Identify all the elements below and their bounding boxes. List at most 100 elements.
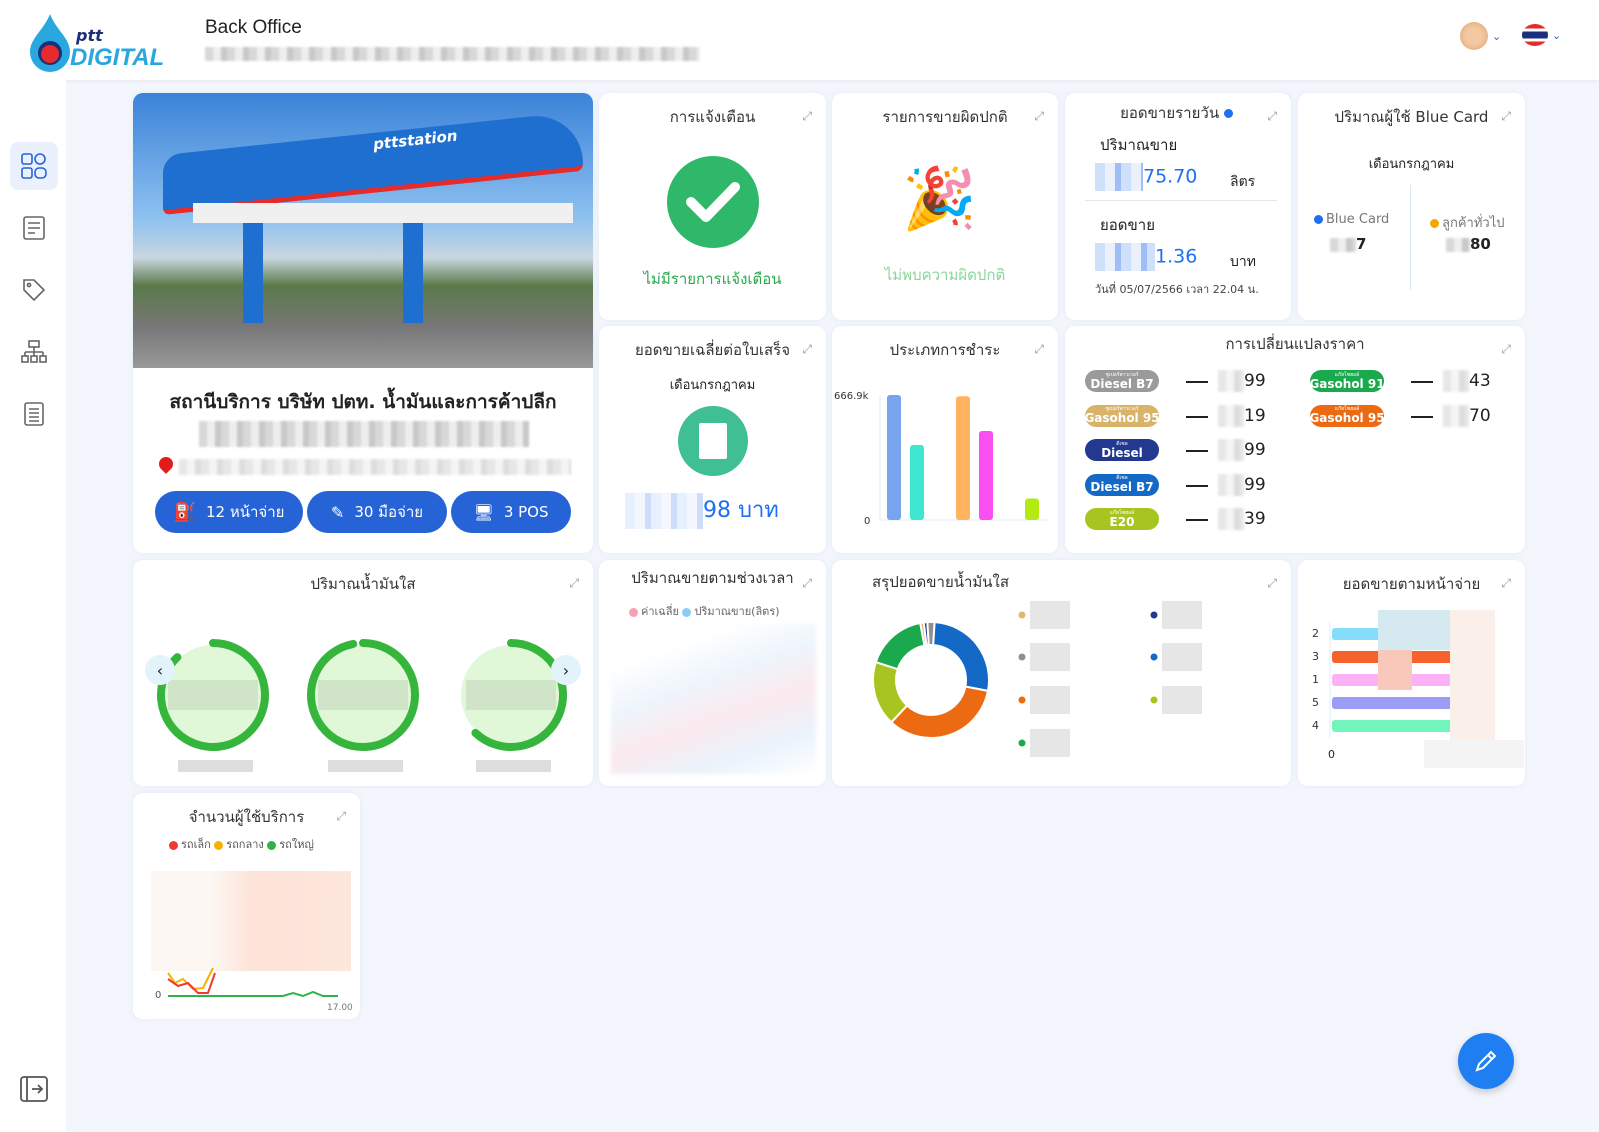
sidebar xyxy=(0,80,66,1132)
dash xyxy=(1186,450,1208,452)
dash xyxy=(1411,415,1433,418)
thai-flag-icon xyxy=(1522,24,1548,46)
legend-value-blurred xyxy=(1030,601,1070,629)
edit-fab-button[interactable] xyxy=(1458,1033,1514,1089)
axis-zero: 0 xyxy=(155,990,162,1001)
fuel-badge: แก๊สโซฮอล์ Gasohol 95 xyxy=(1309,404,1385,427)
avg-value: 98 บาท xyxy=(625,492,779,529)
fuel-badge-name: Diesel B7 xyxy=(1090,376,1154,391)
dash xyxy=(1186,415,1208,418)
price-value: 43 xyxy=(1443,370,1491,392)
price-value: 70 xyxy=(1443,404,1491,427)
ptt-digital-logo: ptt DIGITAL xyxy=(26,12,186,72)
alerts-card: การแจ้งเตือน ⤢ ไม่มีรายการแจ้งเตือน xyxy=(599,93,826,320)
legend-value-blurred xyxy=(1162,686,1202,714)
sitemap-icon xyxy=(21,340,47,363)
fuel-badge: แก๊สโซฮอล์ Gasohol 91 xyxy=(1309,370,1385,392)
app-subtitle xyxy=(205,47,700,61)
general-value: 80 xyxy=(1446,235,1491,253)
dash xyxy=(1186,484,1208,487)
gauge-label-blurred xyxy=(476,760,551,772)
bar xyxy=(979,430,993,520)
prev-button[interactable]: ‹ xyxy=(145,655,175,685)
fuel-badge-name: Diesel xyxy=(1101,445,1143,460)
chevron-right-icon: › xyxy=(562,660,570,680)
bar xyxy=(910,445,924,520)
chevron-down-icon: ⌄ xyxy=(1552,28,1562,42)
alerts-message: ไม่มีรายการแจ้งเตือน xyxy=(643,270,782,288)
legend-dot xyxy=(1150,653,1158,661)
list-check-icon xyxy=(23,216,45,240)
station-code xyxy=(199,421,529,447)
legend-value-blurred xyxy=(1030,643,1070,671)
legend-value-blurred xyxy=(1162,643,1202,671)
blur-overlay xyxy=(1378,650,1412,690)
logout-button[interactable] xyxy=(10,1065,58,1113)
fuel-badge-name: Gasohol 95 xyxy=(1309,411,1385,425)
pencil-icon xyxy=(1475,1050,1497,1072)
legend-dot xyxy=(1018,653,1026,661)
sales-unit: บาท xyxy=(1230,254,1256,270)
card-title: ยอดขายเฉลี่ยต่อใบเสร็จ xyxy=(634,341,791,359)
payment-bar-chart: 666.9k 0 xyxy=(834,391,1047,527)
donut-slice xyxy=(889,685,990,739)
gauge-label-blurred xyxy=(328,760,403,772)
blurred-line-chart xyxy=(611,624,816,774)
sidebar-item-structure[interactable] xyxy=(10,328,58,376)
expand-icon[interactable]: ⤢ xyxy=(1267,109,1277,124)
card-title: การแจ้งเตือน xyxy=(669,108,756,126)
avatar xyxy=(1460,22,1488,50)
pos-terminal-icon: 🖥 xyxy=(473,502,494,522)
sidebar-item-list[interactable] xyxy=(10,204,58,252)
expand-icon[interactable]: ⤢ xyxy=(1501,342,1511,357)
nozzles-button[interactable]: ✎ 30 มือจ่าย xyxy=(307,491,447,533)
fuel-badge: แก๊สโซฮอล์ E20 xyxy=(1085,508,1159,530)
month-label: เดือนกรกฎาคม xyxy=(669,378,756,393)
sidebar-item-tags[interactable] xyxy=(10,266,58,314)
app-title: Back Office xyxy=(205,17,302,38)
avg-receipt-card: ยอดขายเฉลี่ยต่อใบเสร็จ ⤢ เดือนกรกฎาคม 98… xyxy=(599,326,826,553)
legend-dot xyxy=(1150,611,1158,619)
user-avatar-menu[interactable]: ⌄ xyxy=(1460,22,1501,50)
card-title: ปริมาณผู้ใช้ Blue Card xyxy=(1334,108,1489,126)
expand-icon[interactable]: ⤢ xyxy=(1034,109,1044,124)
price-value: 99 xyxy=(1218,370,1266,392)
sales-by-time-card: ปริมาณขายตามช่วงเวลา ⤢ ค่าเฉลี่ย ปริมาณข… xyxy=(599,560,826,786)
pos-button[interactable]: 🖥 3 POS xyxy=(451,491,571,533)
bar xyxy=(1025,498,1039,520)
legend-value-blurred xyxy=(1030,686,1070,714)
tank-gauges xyxy=(157,639,567,772)
blur-overlay xyxy=(1378,610,1450,650)
dispensers-button[interactable]: ⛽ 12 หน้าจ่าย xyxy=(155,491,303,533)
language-menu[interactable]: ⌄ xyxy=(1522,24,1561,46)
sales-by-dispenser-card: ยอดขายตามหน้าจ่าย ⤢ 23154 0 xyxy=(1298,560,1525,786)
blue-card-card: ปริมาณผู้ใช้ Blue Card ⤢ เดือนกรกฎาคม Bl… xyxy=(1298,93,1525,320)
card-title: รายการขายผิดปกติ xyxy=(882,108,1008,126)
station-photo: pttstation xyxy=(133,93,593,368)
expand-icon[interactable]: ⤢ xyxy=(802,576,812,591)
legend-dot xyxy=(1018,611,1026,619)
expand-icon[interactable]: ⤢ xyxy=(802,109,812,124)
y-tick-label: 666.9k xyxy=(834,391,869,402)
fuel-badge-name: Gasohol 95 xyxy=(1084,411,1160,425)
station-card: pttstation สถานีบริการ บริษัท ปตท. น้ำมั… xyxy=(133,93,593,553)
status-dot xyxy=(1223,109,1233,118)
legend-value-blurred xyxy=(1162,601,1202,629)
abnormal-message: ไม่พบความผิดปกติ xyxy=(884,266,1006,284)
expand-icon[interactable]: ⤢ xyxy=(1501,109,1511,124)
fuel-badge: ดีเซล Diesel B7 xyxy=(1085,473,1159,496)
check-circle-icon xyxy=(667,156,759,248)
sidebar-item-reports[interactable] xyxy=(10,390,58,438)
tag-icon xyxy=(23,279,46,302)
chevron-left-icon: ‹ xyxy=(156,660,164,680)
bar xyxy=(887,395,901,520)
expand-icon[interactable]: ⤢ xyxy=(802,342,812,357)
next-button[interactable]: › xyxy=(551,655,581,685)
fuel-badge: ซูเปอร์พาวเวอร์ Diesel B7 xyxy=(1085,370,1159,392)
abnormal-sales-card: รายการขายผิดปกติ ⤢ 🎉 ไม่พบความผิดปกติ xyxy=(832,93,1058,320)
receipt-icon xyxy=(678,406,748,476)
axis-x-label: 17.00 xyxy=(327,1003,353,1013)
dash xyxy=(1186,519,1208,521)
sidebar-item-dashboard[interactable] xyxy=(10,142,58,190)
price-value: 99 xyxy=(1218,473,1266,496)
